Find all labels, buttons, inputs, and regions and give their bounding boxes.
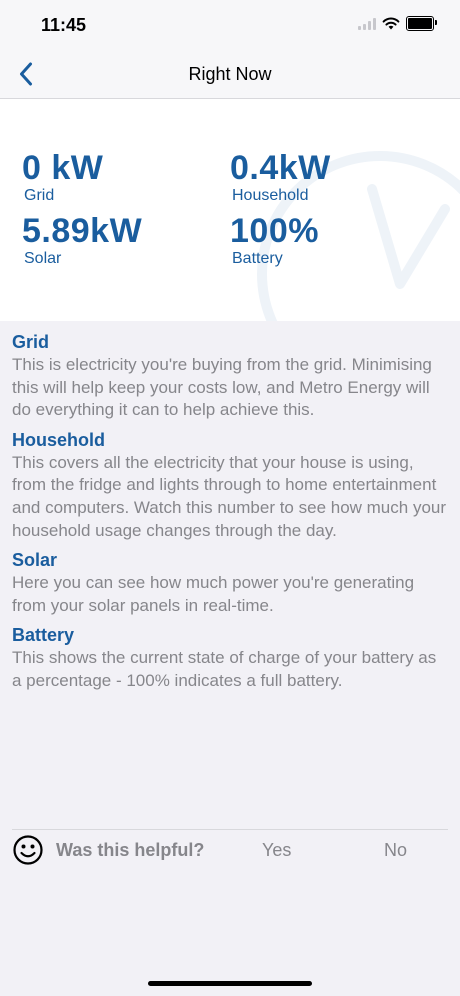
feedback-row: Was this helpful? Yes No [12, 829, 448, 870]
smiley-icon [13, 835, 43, 865]
feedback-question: Was this helpful? [56, 840, 205, 860]
grid-section-title: Grid [12, 332, 50, 352]
battery-metric: 100% Battery [230, 214, 319, 268]
no-button[interactable]: No [384, 840, 407, 861]
solar-metric: 5.89kW Solar [22, 214, 142, 268]
solar-section-title: Solar [12, 550, 58, 571]
battery-section-title: Battery [12, 625, 75, 646]
grid-label: Grid [24, 187, 55, 204]
home-indicator[interactable] [148, 981, 312, 986]
yes-button[interactable]: Yes [262, 840, 291, 861]
grid-section-body: This is electricity you're buying from t… [12, 355, 432, 420]
metrics-panel: 0 kW Grid 0.4kW Household 5.89kW Solar 1… [0, 99, 460, 321]
status-time: 11:45 [41, 15, 87, 35]
explanation-sections: Grid This is electricity you're buying f… [12, 330, 448, 699]
grid-value: 0 kW [22, 149, 104, 187]
wifi-icon [382, 17, 400, 30]
solar-section-body: Here you can see how much power you're g… [12, 573, 415, 615]
battery-label: Battery [232, 250, 283, 267]
navigation-bar: Right Now [0, 50, 460, 99]
solar-label: Solar [24, 250, 62, 267]
status-bar: 11:45 [0, 0, 460, 50]
household-label: Household [232, 187, 309, 204]
household-metric: 0.4kW Household [230, 151, 331, 205]
page-title: Right Now [188, 64, 272, 84]
household-section-body: This covers all the electricity that you… [12, 452, 447, 540]
battery-value: 100% [230, 212, 319, 250]
battery-status-icon [406, 16, 437, 31]
solar-value: 5.89kW [22, 212, 143, 250]
household-section-title: Household [12, 429, 105, 450]
clock-watermark-icon [257, 151, 460, 321]
status-icons [358, 16, 437, 31]
grid-metric: 0 kW Grid [22, 151, 103, 205]
battery-section-body: This shows the current state of charge o… [12, 648, 437, 690]
cellular-signal-icon [358, 17, 376, 30]
household-value: 0.4kW [230, 149, 331, 187]
